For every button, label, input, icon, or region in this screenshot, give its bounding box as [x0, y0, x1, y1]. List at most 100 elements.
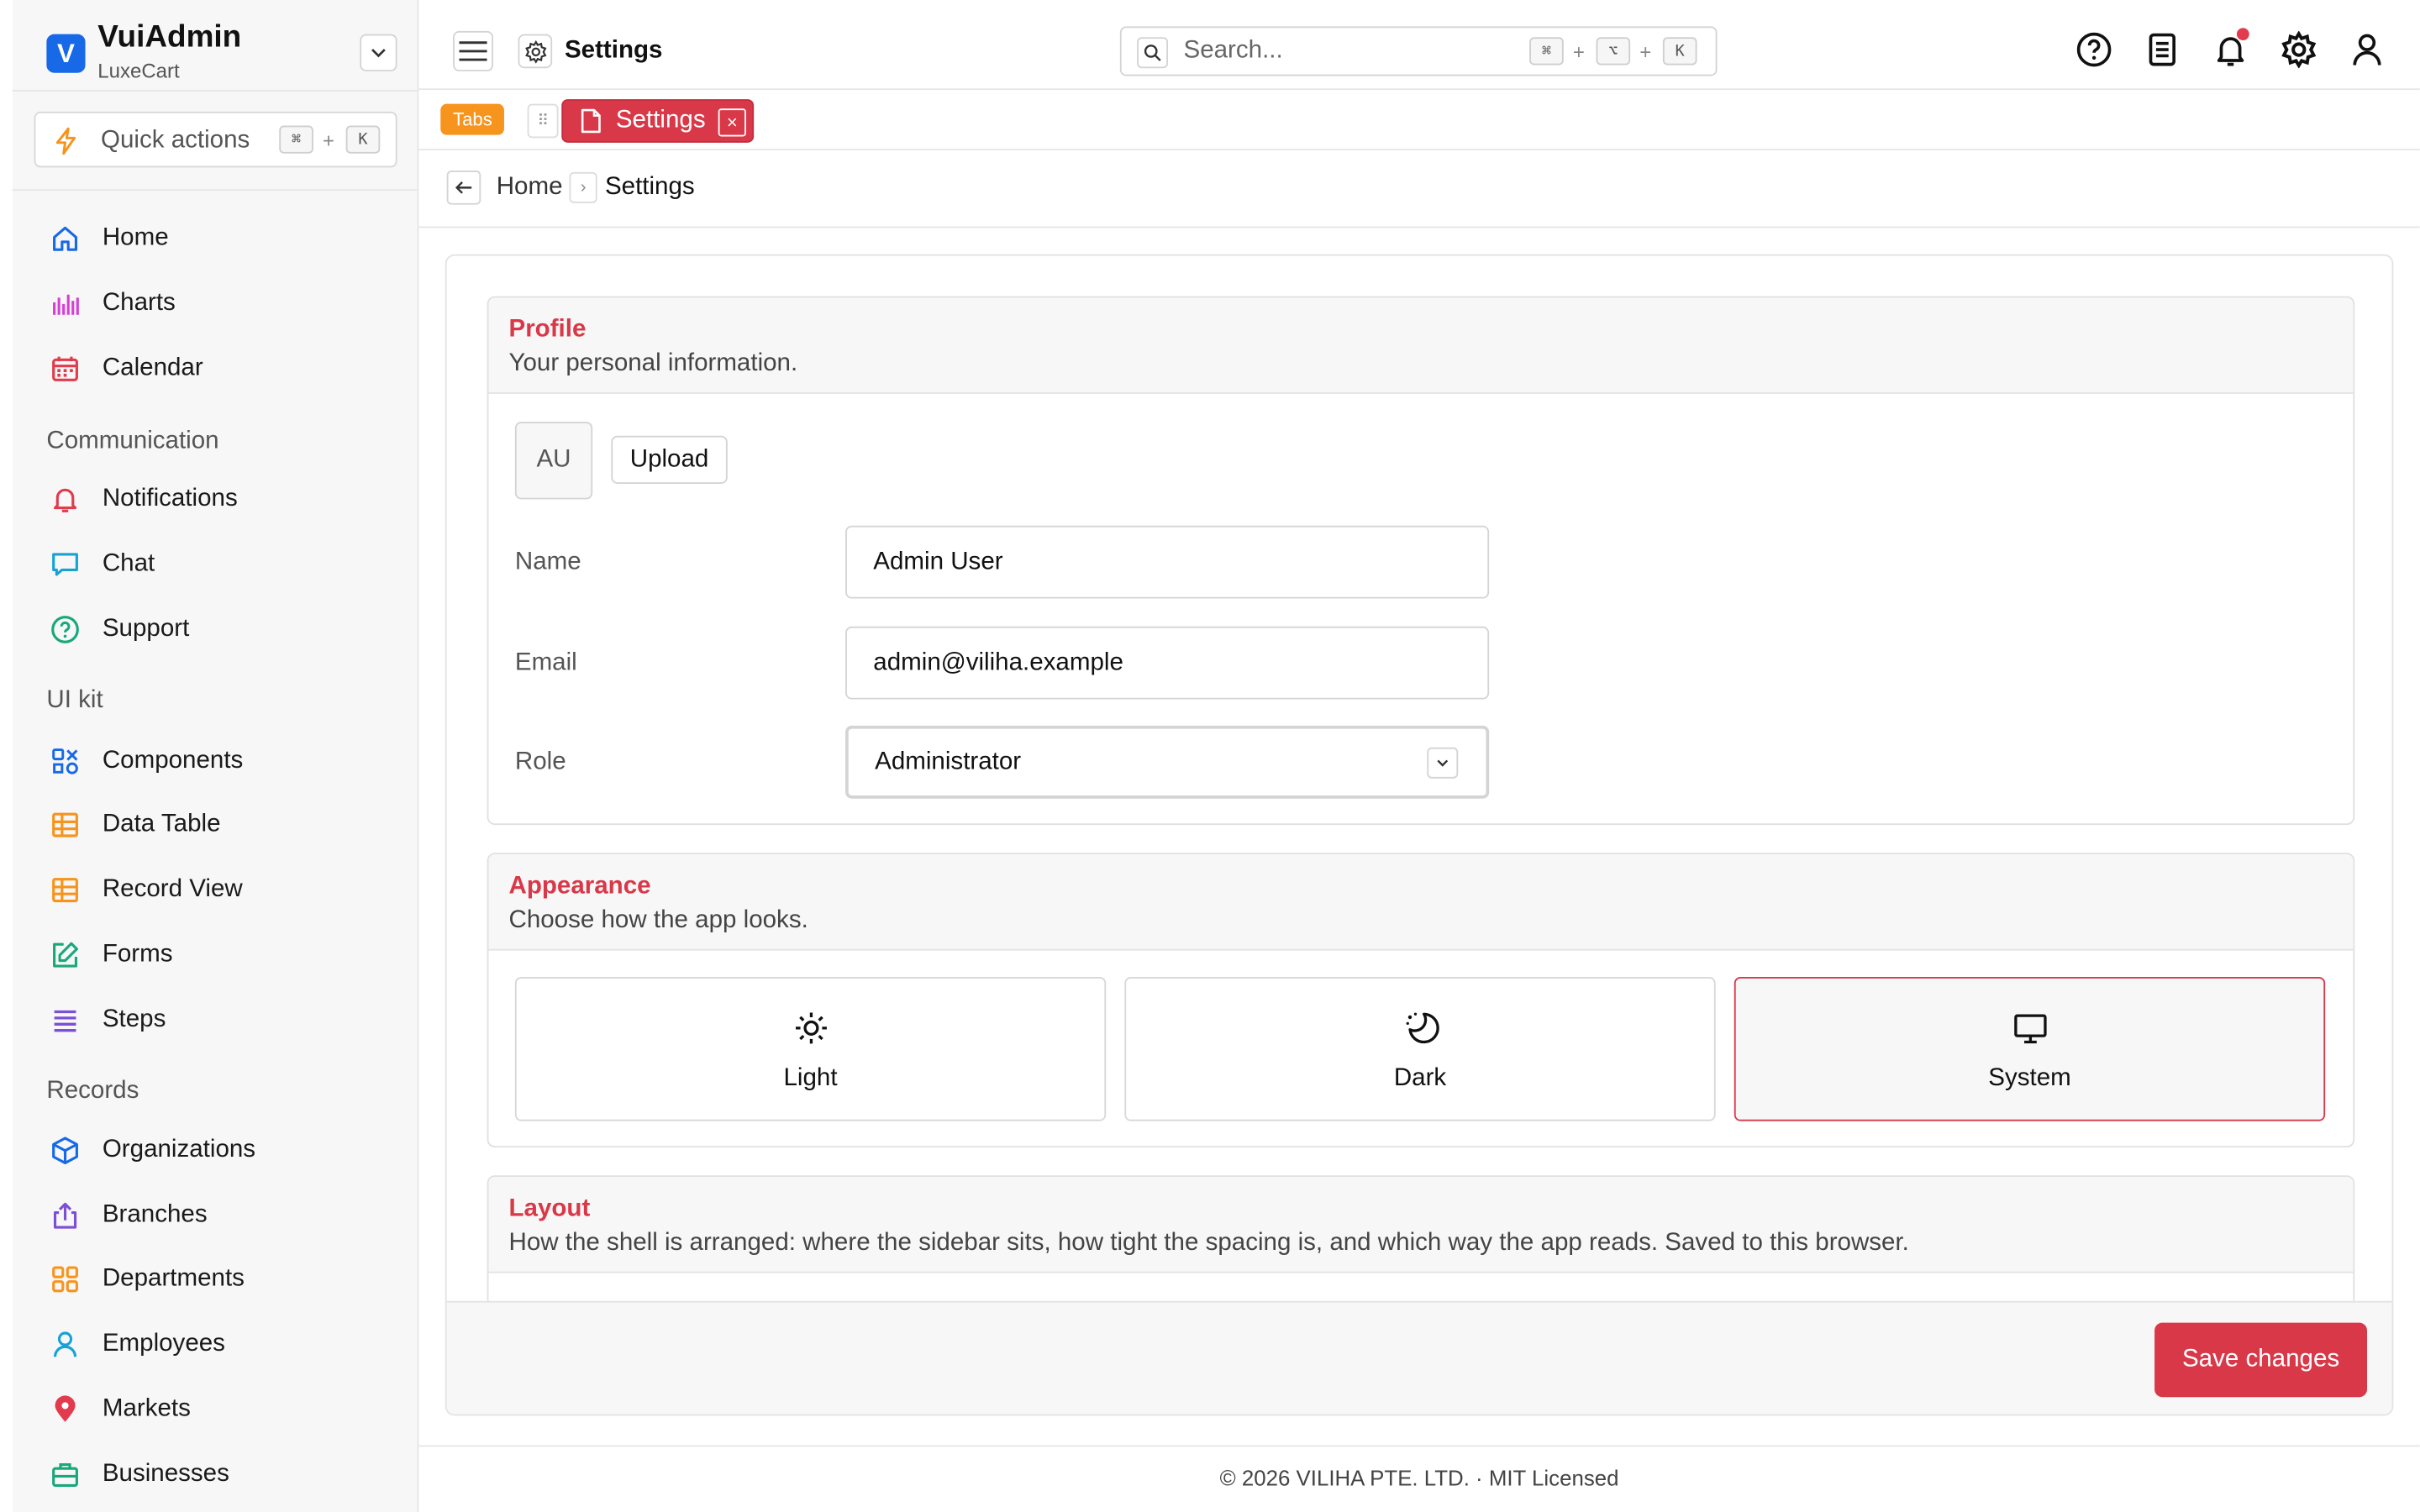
notification-dot	[2236, 28, 2249, 40]
chevron-right-icon: ›	[569, 171, 597, 203]
kbd-plus: +	[1639, 39, 1652, 64]
brand-name: VuiAdmin	[97, 19, 242, 55]
chat-icon	[48, 548, 82, 582]
help-button[interactable]	[2075, 31, 2112, 68]
sidebar-item-label: Components	[102, 747, 244, 774]
gear-icon	[524, 39, 546, 63]
email-field[interactable]	[845, 626, 1490, 700]
theme-option-light[interactable]: Light	[514, 976, 1107, 1121]
close-tab-button[interactable]: ×	[718, 108, 746, 137]
sidebar-item-support[interactable]: Support	[44, 605, 403, 654]
sidebar-item-calendar[interactable]: Calendar	[44, 344, 403, 394]
page-footer: © 2026 VILIHA PTE. LTD. · MIT Licensed	[418, 1445, 2420, 1512]
profile-section: Profile Your personal information. AU Up…	[487, 296, 2355, 826]
docs-button[interactable]	[2144, 31, 2181, 68]
list-icon	[48, 1003, 82, 1037]
sidebar-item-label: Notifications	[102, 485, 238, 512]
section-description: Your personal information.	[508, 350, 798, 377]
sidebar-item-forms[interactable]: Forms	[44, 931, 403, 980]
user-icon	[2353, 34, 2381, 66]
chevron-down-icon	[371, 49, 386, 58]
account-button[interactable]	[2349, 31, 2386, 68]
search-box[interactable]: ⌘ + ⌥ + K	[1119, 26, 1718, 76]
calendar-icon	[48, 352, 82, 386]
theme-option-dark[interactable]: Dark	[1124, 976, 1716, 1121]
sidebar-divider	[12, 90, 419, 92]
section-title: Layout	[508, 1195, 591, 1222]
sidebar-item-chat[interactable]: Chat	[44, 539, 403, 589]
sidebar-item-record-view[interactable]: Record View	[44, 865, 403, 915]
sidebar-item-departments[interactable]: Departments	[44, 1254, 403, 1304]
drag-handle-icon[interactable]: ⠿	[527, 103, 559, 139]
sidebar-item-branches[interactable]: Branches	[44, 1191, 403, 1241]
brand-subtitle: LuxeCart	[97, 59, 180, 82]
bell-icon	[48, 482, 82, 517]
sidebar-item-businesses[interactable]: Businesses	[44, 1450, 403, 1499]
sidebar-item-data-table[interactable]: Data Table	[44, 801, 403, 850]
settings-scroll-area[interactable]: Profile Your personal information. AU Up…	[447, 256, 2392, 1301]
page-icon	[518, 34, 553, 69]
sidebar-item-components[interactable]: Components	[44, 737, 403, 786]
back-button[interactable]	[446, 171, 481, 205]
sidebar-item-label: Departments	[102, 1265, 245, 1292]
sidebar-item-steps[interactable]: Steps	[44, 995, 403, 1045]
sidebar-item-label: Support	[102, 615, 190, 643]
name-label: Name	[514, 549, 581, 575]
sidebar-item-label: Markets	[102, 1395, 191, 1422]
role-select[interactable]: Administrator	[845, 725, 1490, 799]
notifications-button[interactable]	[2212, 28, 2249, 68]
search-input[interactable]	[1183, 34, 1525, 69]
map-pin-icon	[48, 1393, 82, 1427]
breadcrumb-home-link[interactable]: Home	[497, 174, 563, 202]
help-circle-icon	[48, 612, 82, 647]
hamburger-icon	[459, 41, 487, 61]
sidebar-item-label: Branches	[102, 1201, 208, 1229]
save-changes-button[interactable]: Save changes	[2154, 1322, 2367, 1398]
upload-button[interactable]: Upload	[611, 435, 728, 484]
sidebar-item-charts[interactable]: Charts	[44, 279, 403, 328]
section-header: Profile Your personal information.	[488, 297, 2354, 394]
header-actions	[2075, 28, 2386, 69]
sidebar-item-label: Data Table	[102, 811, 221, 837]
tabs-bar: Tabs ⠿ Settings ×	[418, 91, 2420, 151]
sidebar-section-title: Communication	[46, 428, 219, 454]
name-field[interactable]	[845, 525, 1490, 599]
kbd-plus: +	[322, 129, 334, 152]
copyright-text: © 2026 VILIHA PTE. LTD. · MIT Licensed	[1219, 1465, 1619, 1491]
email-label: Email	[514, 649, 577, 676]
brand[interactable]: V VuiAdmin LuxeCart	[31, 15, 403, 90]
section-title: Profile	[508, 316, 587, 343]
table-icon	[48, 808, 82, 843]
theme-option-system[interactable]: System	[1733, 976, 2326, 1121]
sidebar-item-employees[interactable]: Employees	[44, 1320, 403, 1369]
sidebar-item-organizations[interactable]: Organizations	[44, 1126, 403, 1175]
brand-logo: V	[46, 34, 86, 73]
card-footer: Save changes	[446, 1300, 2392, 1415]
document-icon	[2149, 33, 2176, 66]
sidebar-item-label: Steps	[102, 1006, 166, 1033]
sidebar-item-markets[interactable]: Markets	[44, 1384, 403, 1434]
quick-actions-button[interactable]: Quick actions ⌘ + K	[34, 111, 397, 168]
home-icon	[48, 222, 82, 256]
brand-switch-button[interactable]	[360, 34, 397, 71]
arrow-left-icon	[455, 181, 472, 194]
monitor-icon	[2010, 1008, 2050, 1048]
tab-settings[interactable]: Settings ×	[561, 99, 755, 143]
components-icon	[48, 744, 82, 779]
sidebar-item-home[interactable]: Home	[44, 214, 403, 264]
sidebar-item-label: Organizations	[102, 1137, 256, 1163]
kbd-k: K	[345, 125, 381, 154]
section-title: Appearance	[508, 873, 651, 900]
edit-icon	[48, 938, 82, 973]
menu-toggle-button[interactable]	[453, 30, 494, 71]
lightning-icon	[55, 127, 76, 155]
sidebar: V VuiAdmin LuxeCart Quick actions ⌘ + K …	[12, 0, 419, 1512]
sidebar-item-label: Businesses	[102, 1460, 229, 1488]
kbd-cmd: ⌘	[279, 125, 313, 154]
sidebar-item-notifications[interactable]: Notifications	[44, 475, 403, 524]
sidebar-item-label: Record View	[102, 875, 243, 903]
settings-button[interactable]	[2281, 30, 2317, 69]
appearance-section: Appearance Choose how the app looks. Lig…	[487, 853, 2355, 1148]
sidebar-item-label: Chat	[102, 550, 155, 577]
gear-icon	[2281, 30, 2317, 69]
